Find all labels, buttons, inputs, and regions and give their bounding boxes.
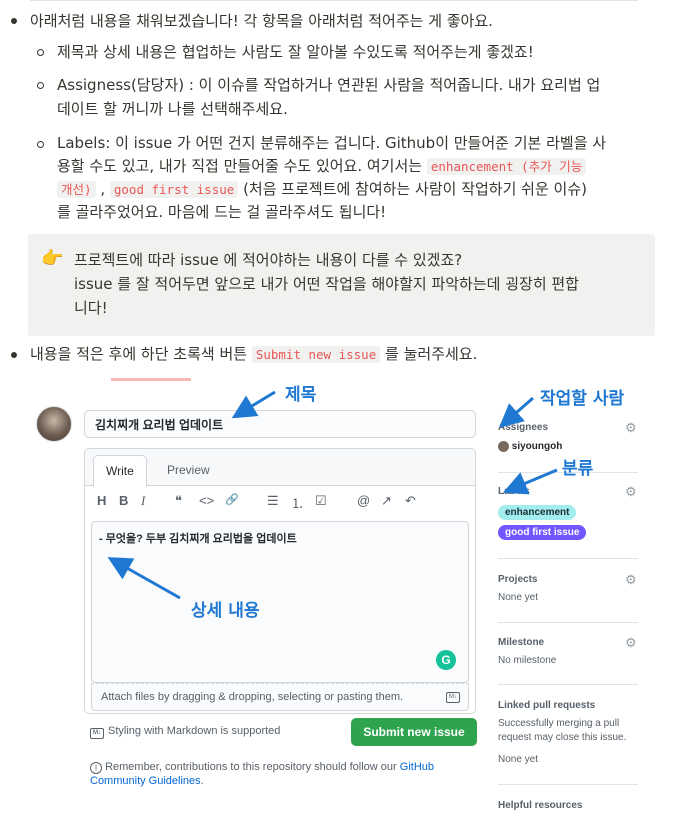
sub-bullet-marker — [37, 49, 44, 56]
annotation-labels: 분류 — [562, 459, 594, 479]
sub-bullet-marker — [37, 82, 44, 89]
labels-arrow — [502, 468, 558, 495]
item2-after-text: 를 눌러주세요. — [385, 345, 478, 363]
inline-code-submit: Submit new issue — [251, 346, 381, 363]
sub-item-labels-line4: 를 골라주었어요. 마음에 드는 걸 골라주셔도 됩니다! — [57, 203, 387, 221]
annotation-arrows — [107, 390, 558, 600]
item2-before-text: 내용을 적은 후에 하단 초록색 버튼 — [30, 345, 248, 363]
sub-item-labels-line3: 개선) , good first issue (처음 프로젝트에 참여하는 사람… — [57, 178, 587, 201]
callout-line3: 니다! — [74, 299, 108, 317]
sub-item-assignees-line2: 데이트 할 꺼니까 나를 선택해주세요. — [57, 100, 288, 118]
sub-item-labels-line1: Labels: 이 issue 가 어떤 건지 분류해주는 겁니다. Githu… — [57, 134, 607, 152]
sub-bullet-marker — [37, 141, 44, 148]
callout-text: 프로젝트에 따라 issue 에 적어야하는 내용이 다를 수 있겠죠? iss… — [74, 248, 644, 320]
sub-item-title-text: 제목과 상세 내용은 협업하는 사람도 잘 알아볼 수있도록 적어주는게 좋겠죠… — [57, 43, 534, 61]
top-divider — [0, 0, 688, 4]
annotation-assignee: 작업할 사람 — [540, 389, 625, 409]
sub-item-labels-line2: 용할 수도 있고, 내가 직접 만들어줄 수도 있어요. 여기서는 enhanc… — [57, 155, 587, 178]
github-new-issue-screenshot: 김치찌개 요리법 업데이트 Write Preview H B I ❝ <> 🔗… — [30, 378, 685, 819]
inline-code-enhancement: enhancement (추가 기능 — [426, 158, 587, 175]
inline-code-good-first-issue: good first issue — [109, 181, 239, 198]
annotation-body: 상세 내용 — [191, 601, 260, 621]
annotation-title: 제목 — [285, 385, 317, 405]
list-item-text: 아래처럼 내용을 채워보겠습니다! 각 항목을 아래처럼 적어주는 게 좋아요. — [30, 12, 493, 30]
title-arrow — [231, 390, 276, 419]
sub-item-assignees-line1: Assigness(담당자) : 이 이슈를 작업하거나 연관된 사람을 적어줍… — [57, 76, 601, 94]
bullet-marker — [11, 352, 17, 358]
body-arrow — [107, 557, 181, 600]
bullet-marker — [11, 18, 17, 24]
list-item-text: 내용을 적은 후에 하단 초록색 버튼 Submit new issue 를 눌… — [30, 343, 477, 366]
inline-code-enhancement-cont: 개선) — [57, 181, 96, 198]
comma-text: , — [100, 180, 106, 198]
callout-line1: 프로젝트에 따라 issue 에 적어야하는 내용이 다를 수 있겠죠? — [74, 251, 463, 269]
assignee-arrow — [498, 396, 534, 428]
labels-line2-text: 용할 수도 있고, 내가 직접 만들어줄 수도 있어요. 여기서는 — [57, 157, 423, 175]
callout-box: 👉 프로젝트에 따라 issue 에 적어야하는 내용이 다를 수 있겠죠? i… — [28, 234, 655, 336]
labels-line3-text: (처음 프로젝트에 참여하는 사람이 작업하기 쉬운 이슈) — [243, 180, 587, 198]
callout-line2: issue 를 잘 적어두면 앞으로 내가 어떤 작업을 해야할지 파악하는데 … — [74, 275, 579, 293]
pointing-hand-icon: 👉 — [41, 248, 64, 269]
